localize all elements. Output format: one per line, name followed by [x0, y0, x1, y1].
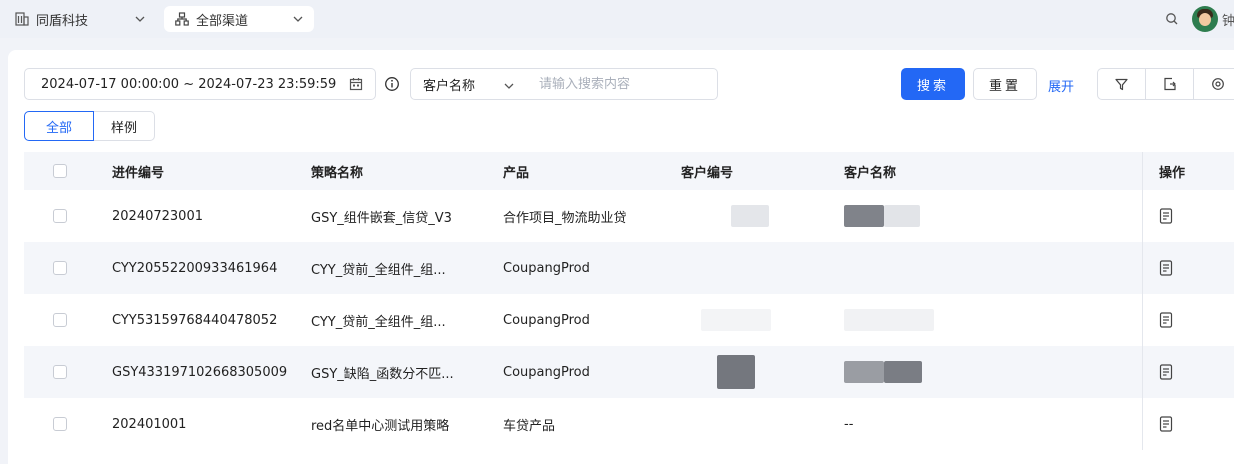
search-field-select[interactable]: 客户名称 — [410, 68, 528, 100]
row-product: CoupangProd — [503, 260, 590, 276]
column-header-customer-no[interactable]: 客户编号 — [681, 152, 733, 190]
company-select[interactable]: 同盾科技 — [6, 6, 156, 32]
row-checkbox[interactable] — [53, 209, 67, 223]
channel-select[interactable]: 全部渠道 — [164, 6, 314, 32]
table-header: 进件编号 策略名称 产品 客户编号 客户名称 操作 — [24, 152, 1234, 190]
row-product: CoupangProd — [503, 364, 590, 380]
row-strategy: red名单中心测试用策略 — [311, 418, 450, 434]
row-strategy: CYY_贷前_全组件_组... — [311, 314, 446, 330]
channel-name: 全部渠道 — [196, 13, 249, 29]
select-all-checkbox[interactable] — [53, 164, 67, 178]
org-tree-icon — [174, 11, 190, 27]
row-id: 202401001 — [112, 416, 187, 432]
column-header-product[interactable]: 产品 — [503, 152, 529, 190]
column-header-actions: 操作 — [1142, 152, 1234, 190]
row-customer-name: -- — [844, 416, 854, 432]
expand-link[interactable]: 展开 — [1048, 76, 1074, 95]
row-product: 合作项目_物流助业贷 — [503, 210, 627, 226]
top-bar: 同盾科技 全部渠道 钟 — [0, 0, 1234, 38]
user-name[interactable]: 钟 — [1222, 10, 1234, 29]
date-range-picker[interactable]: 2024-07-17 00:00:00 ~ 2024-07-23 23:59:5… — [24, 68, 376, 100]
chevron-down-icon — [292, 13, 304, 29]
search-button[interactable]: 搜索 — [901, 68, 965, 100]
date-range-value: 2024-07-17 00:00:00 ~ 2024-07-23 23:59:5… — [41, 76, 337, 92]
data-table: 进件编号 策略名称 产品 客户编号 客户名称 操作 20240723001 GS… — [24, 152, 1234, 450]
chevron-down-icon — [134, 13, 146, 29]
column-header-id[interactable]: 进件编号 — [112, 152, 164, 190]
table-row[interactable]: CYY53159768440478052 CYY_贷前_全组件_组... Cou… — [24, 294, 1234, 346]
row-strategy: GSY_组件嵌套_信贷_V3 — [311, 210, 452, 226]
row-customer-no-redacted — [681, 346, 755, 398]
calendar-icon — [349, 77, 363, 95]
row-customer-no-redacted — [681, 294, 771, 346]
detail-icon[interactable] — [1159, 208, 1173, 224]
filter-icon[interactable] — [1098, 69, 1146, 99]
tab-sample[interactable]: 样例 — [94, 111, 155, 141]
row-checkbox[interactable] — [53, 313, 67, 327]
row-strategy: GSY_缺陷_函数分不匹... — [311, 366, 454, 382]
building-icon — [14, 11, 30, 27]
search-field-value: 客户名称 — [423, 78, 476, 94]
row-id: CYY53159768440478052 — [112, 312, 278, 328]
row-product: 车贷产品 — [503, 418, 556, 434]
chevron-down-icon — [503, 80, 515, 96]
column-header-strategy[interactable]: 策略名称 — [311, 152, 363, 190]
row-checkbox[interactable] — [53, 261, 67, 275]
search-icon[interactable] — [1160, 7, 1184, 31]
row-id: GSY433197102668305009 — [112, 364, 288, 380]
row-customer-no-redacted — [681, 190, 769, 242]
detail-icon[interactable] — [1159, 312, 1173, 328]
row-id: 20240723001 — [112, 208, 203, 224]
info-icon[interactable] — [384, 76, 400, 92]
column-header-customer-name[interactable]: 客户名称 — [844, 152, 896, 190]
row-customer-name-redacted — [844, 294, 934, 346]
export-icon[interactable] — [1146, 69, 1194, 99]
row-customer-name-redacted — [844, 190, 920, 242]
avatar[interactable] — [1192, 6, 1218, 32]
table-row[interactable]: CYY20552200933461964 CYY_贷前_全组件_组... Cou… — [24, 242, 1234, 294]
tab-all[interactable]: 全部 — [24, 111, 94, 141]
company-name: 同盾科技 — [36, 13, 89, 29]
row-checkbox[interactable] — [53, 417, 67, 431]
table-row[interactable]: 20240723001 GSY_组件嵌套_信贷_V3 合作项目_物流助业贷 — [24, 190, 1234, 242]
reset-button[interactable]: 重置 — [973, 68, 1037, 100]
table-row[interactable]: 202401001 red名单中心测试用策略 车贷产品 -- — [24, 398, 1234, 450]
row-customer-name-redacted — [844, 346, 922, 398]
row-id: CYY20552200933461964 — [112, 260, 278, 276]
table-tools — [1097, 68, 1234, 100]
detail-icon[interactable] — [1159, 260, 1173, 276]
row-checkbox[interactable] — [53, 365, 67, 379]
row-strategy: CYY_贷前_全组件_组... — [311, 262, 446, 278]
table-row[interactable]: GSY433197102668305009 GSY_缺陷_函数分不匹... Co… — [24, 346, 1234, 398]
settings-icon[interactable] — [1194, 69, 1234, 99]
tab-group: 全部 样例 — [24, 111, 155, 141]
detail-icon[interactable] — [1159, 364, 1173, 380]
search-input[interactable] — [527, 68, 718, 100]
detail-icon[interactable] — [1159, 416, 1173, 432]
row-product: CoupangProd — [503, 312, 590, 328]
